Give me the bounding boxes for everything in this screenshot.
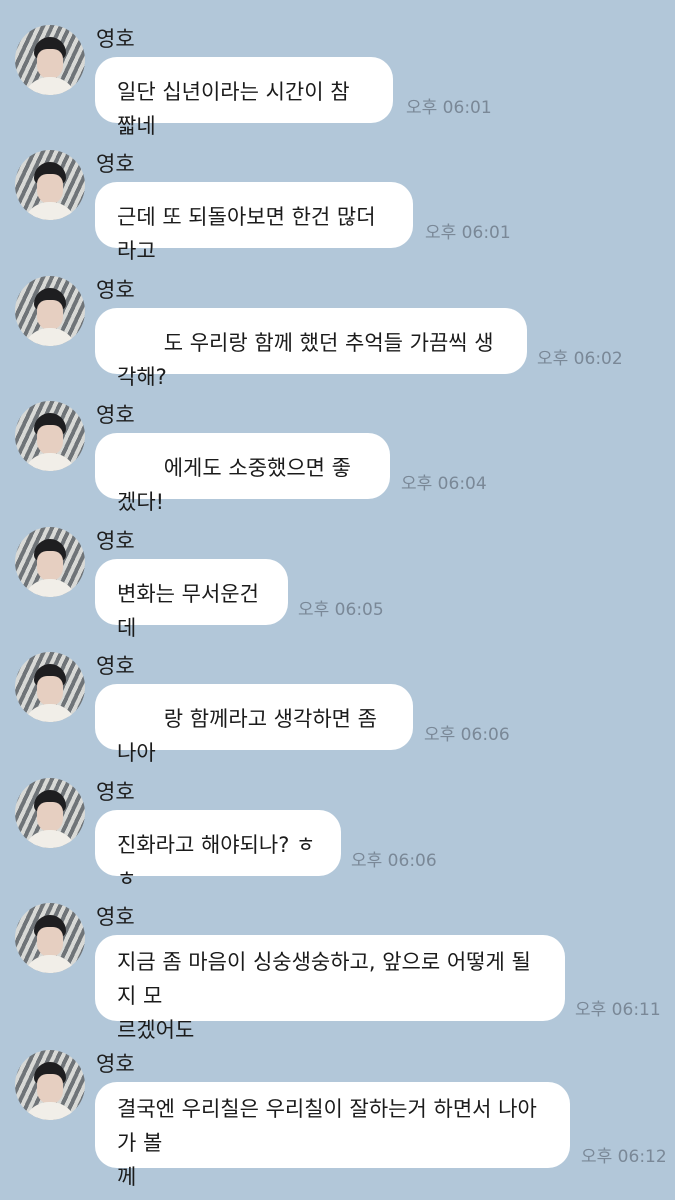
message-time: 오후 06:11 bbox=[575, 1000, 661, 1020]
message-time: 오후 06:01 bbox=[425, 223, 511, 243]
message-time: 오후 06:06 bbox=[351, 851, 437, 871]
message-bubble[interactable]: 에게도 소중했으면 좋겠다! bbox=[95, 433, 390, 514]
avatar[interactable] bbox=[15, 276, 85, 346]
message-time: 오후 06:05 bbox=[298, 600, 384, 620]
sender-name: 영호 bbox=[96, 1052, 135, 1076]
avatar[interactable] bbox=[15, 25, 85, 95]
sender-name: 영호 bbox=[96, 905, 135, 929]
avatar[interactable] bbox=[15, 401, 85, 471]
sender-name: 영호 bbox=[96, 403, 135, 427]
message-bubble[interactable]: 변화는 무서운건데 bbox=[95, 559, 288, 640]
message-bubble[interactable]: 도 우리랑 함께 했던 추억들 가끔씩 생각해? bbox=[95, 308, 527, 389]
avatar[interactable] bbox=[15, 527, 85, 597]
avatar[interactable] bbox=[15, 903, 85, 973]
message-time: 오후 06:12 bbox=[581, 1147, 667, 1167]
avatar[interactable] bbox=[15, 1050, 85, 1120]
sender-name: 영호 bbox=[96, 27, 135, 51]
sender-name: 영호 bbox=[96, 278, 135, 302]
message-time: 오후 06:06 bbox=[424, 725, 510, 745]
message-time: 오후 06:01 bbox=[406, 98, 492, 118]
avatar[interactable] bbox=[15, 150, 85, 220]
sender-name: 영호 bbox=[96, 529, 135, 553]
message-time: 오후 06:02 bbox=[537, 349, 623, 369]
message-time: 오후 06:04 bbox=[401, 474, 487, 494]
message-bubble[interactable]: 근데 또 되돌아보면 한건 많더라고 bbox=[95, 182, 413, 263]
sender-name: 영호 bbox=[96, 780, 135, 804]
sender-name: 영호 bbox=[96, 152, 135, 176]
message-bubble[interactable]: 진화라고 해야되나? ㅎㅎ bbox=[95, 810, 341, 891]
message-bubble[interactable]: 결국엔 우리칠은 우리칠이 잘하는거 하면서 나아가 볼 께 bbox=[95, 1082, 570, 1189]
message-bubble[interactable]: 지금 좀 마음이 싱숭생숭하고, 앞으로 어떻게 될지 모 르겠어도 bbox=[95, 935, 565, 1042]
avatar[interactable] bbox=[15, 778, 85, 848]
sender-name: 영호 bbox=[96, 654, 135, 678]
avatar[interactable] bbox=[15, 652, 85, 722]
chat-room: 영호 일단 십년이라는 시간이 참 짧네 오후 06:01 영호 근데 또 되돌… bbox=[0, 0, 675, 1200]
message-bubble[interactable]: 랑 함께라고 생각하면 좀 나아 bbox=[95, 684, 413, 765]
message-bubble[interactable]: 일단 십년이라는 시간이 참 짧네 bbox=[95, 57, 393, 138]
